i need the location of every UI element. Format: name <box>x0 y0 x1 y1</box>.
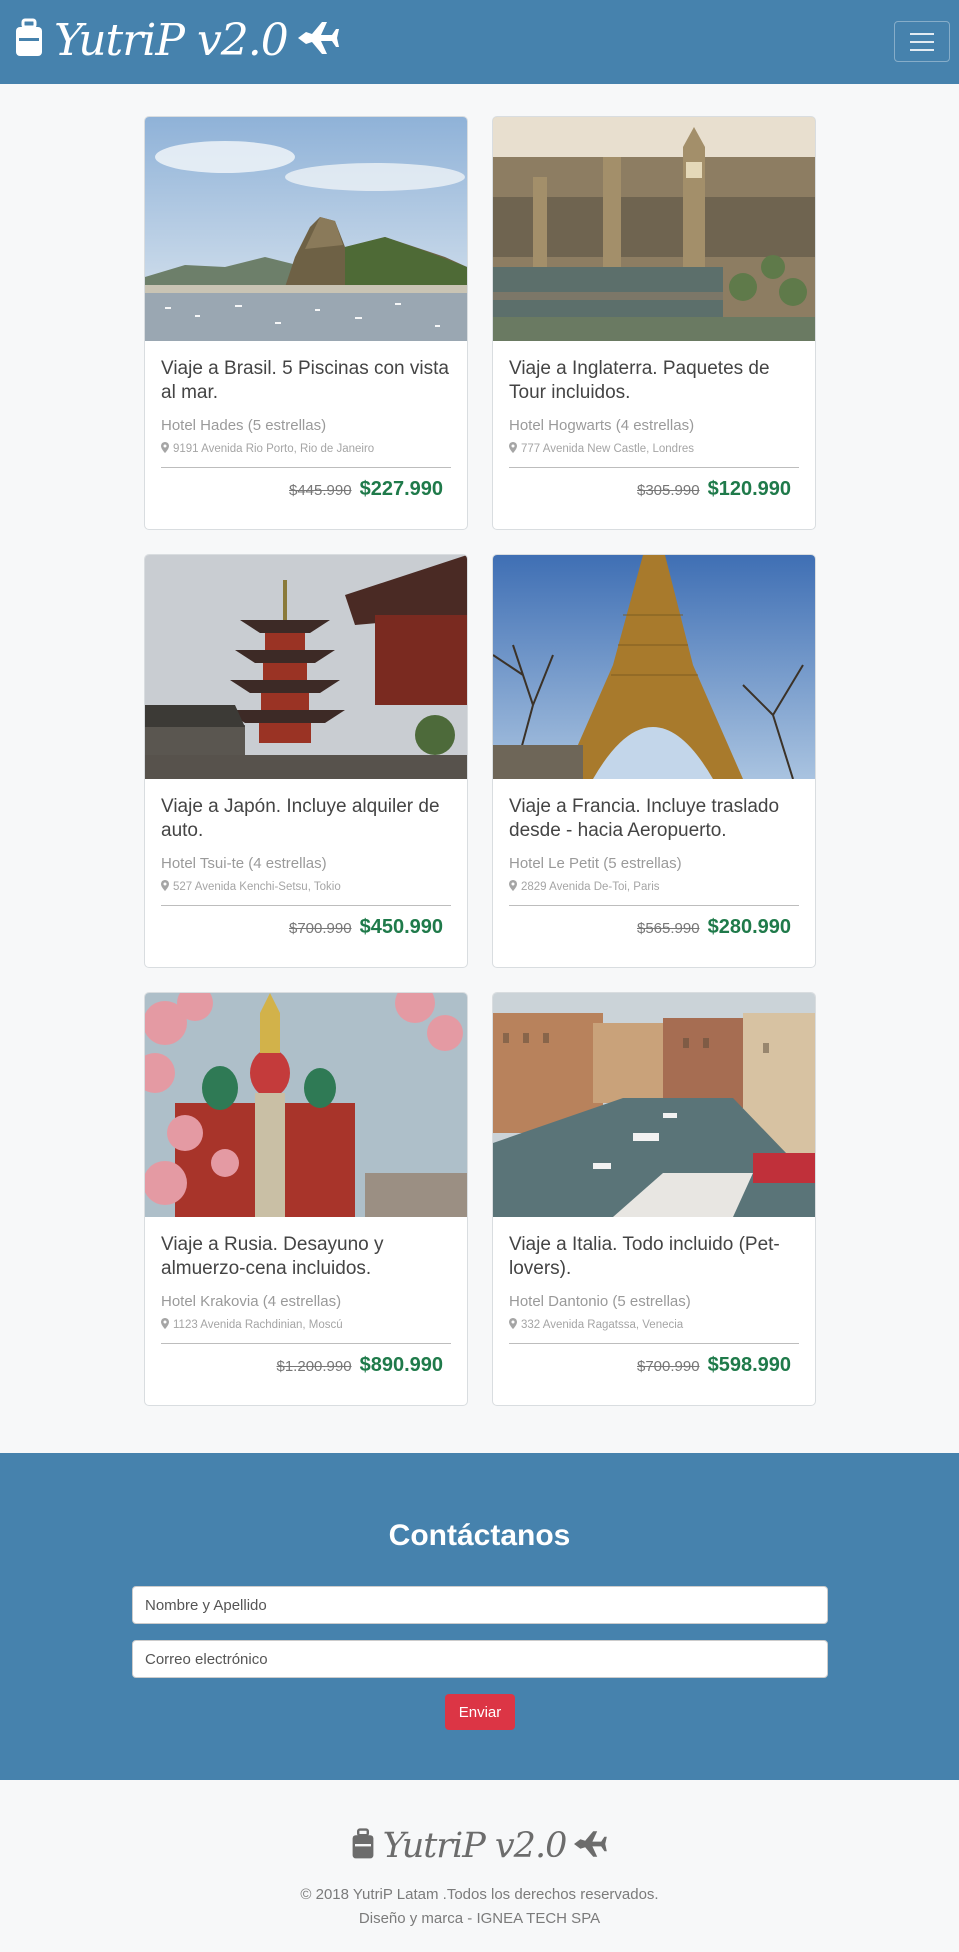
old-price: $565.990 <box>637 920 700 937</box>
address-text: 332 Avenida Ragatssa, Venecia <box>521 1319 684 1331</box>
map-marker-icon <box>509 442 517 456</box>
copyright-text: © 2018 YutriP Latam .Todos los derechos … <box>300 1886 659 1903</box>
suitcase-icon <box>14 18 44 63</box>
hotel-address: 1123 Avenida Rachdinian, Moscú <box>161 1317 451 1333</box>
contact-title: Contáctanos <box>388 1519 571 1552</box>
old-price: $305.990 <box>637 482 700 499</box>
trip-image-rusia <box>145 993 467 1217</box>
trip-card-brasil[interactable]: Viaje a Brasil. 5 Piscinas con vista al … <box>144 116 468 530</box>
trip-card-japon[interactable]: Viaje a Japón. Incluye alquiler de auto.… <box>144 554 468 968</box>
hotel-address: 2829 Avenida De-Toi, Paris <box>509 879 799 895</box>
price-row: $700.990 $450.990 <box>161 916 451 939</box>
divider <box>509 1343 799 1344</box>
map-marker-icon <box>509 880 517 894</box>
new-price: $280.990 <box>707 916 791 938</box>
hotel-name: Hotel Dantonio (5 estrellas) <box>509 1293 691 1310</box>
trip-image-inglaterra <box>493 117 815 341</box>
old-price: $700.990 <box>637 1358 700 1375</box>
navbar: YutriP v2.0 <box>0 0 959 84</box>
trip-image-brasil <box>145 117 467 341</box>
contact-section: Contáctanos Enviar <box>0 1453 959 1780</box>
new-price: $890.990 <box>359 1354 443 1376</box>
hotel-name: Hotel Tsui-te (4 estrellas) <box>161 855 327 872</box>
map-marker-icon <box>161 442 169 456</box>
address-text: 527 Avenida Kenchi-Setsu, Tokio <box>173 881 341 893</box>
airplane-icon <box>572 1828 608 1865</box>
price-row: $700.990 $598.990 <box>509 1354 799 1377</box>
trip-card-italia[interactable]: Viaje a Italia. Todo incluido (Pet-lover… <box>492 992 816 1406</box>
footer-brand-name: YutriP v2.0 <box>382 1826 568 1866</box>
old-price: $1.200.990 <box>276 1358 352 1375</box>
trip-card-francia[interactable]: Viaje a Francia. Incluye traslado desde … <box>492 554 816 968</box>
hotel-name: Hotel Krakovia (4 estrellas) <box>161 1293 342 1310</box>
brand-link[interactable]: YutriP v2.0 <box>14 8 340 72</box>
divider <box>509 467 799 468</box>
airplane-icon <box>296 18 340 63</box>
address-text: 2829 Avenida De-Toi, Paris <box>521 881 660 893</box>
divider <box>161 467 451 468</box>
trip-image-francia <box>493 555 815 779</box>
trip-title[interactable]: Viaje a Rusia. Desayuno y almuerzo-cena … <box>161 1233 451 1281</box>
hamburger-menu-icon[interactable] <box>894 21 950 62</box>
divider <box>161 905 451 906</box>
new-price: $227.990 <box>359 478 443 500</box>
price-row: $445.990 $227.990 <box>161 478 451 501</box>
submit-button[interactable]: Enviar <box>445 1694 515 1730</box>
new-price: $450.990 <box>359 916 443 938</box>
map-marker-icon <box>161 1318 169 1332</box>
trip-title[interactable]: Viaje a Italia. Todo incluido (Pet-lover… <box>509 1233 799 1281</box>
email-input[interactable] <box>132 1640 828 1678</box>
suitcase-icon <box>351 1827 375 1865</box>
divider <box>509 905 799 906</box>
price-row: $1.200.990 $890.990 <box>161 1354 451 1377</box>
trip-title[interactable]: Viaje a Japón. Incluye alquiler de auto. <box>161 795 451 843</box>
trip-image-italia <box>493 993 815 1217</box>
hotel-name: Hotel Le Petit (5 estrellas) <box>509 855 682 872</box>
trip-title[interactable]: Viaje a Francia. Incluye traslado desde … <box>509 795 799 843</box>
trip-card-inglaterra[interactable]: Viaje a Inglaterra. Paquetes de Tour inc… <box>492 116 816 530</box>
address-text: 777 Avenida New Castle, Londres <box>521 443 695 455</box>
hotel-address: 9191 Avenida Rio Porto, Rio de Janeiro <box>161 441 451 457</box>
footer: YutriP v2.0 © 2018 YutriP Latam .Todos l… <box>0 1780 959 1952</box>
price-row: $305.990 $120.990 <box>509 478 799 501</box>
hotel-address: 332 Avenida Ragatssa, Venecia <box>509 1317 799 1333</box>
credits-text: Diseño y marca - IGNEA TECH SPA <box>358 1910 601 1927</box>
hotel-name: Hotel Hogwarts (4 estrellas) <box>509 417 695 434</box>
trip-card-rusia[interactable]: Viaje a Rusia. Desayuno y almuerzo-cena … <box>144 992 468 1406</box>
trip-title[interactable]: Viaje a Inglaterra. Paquetes de Tour inc… <box>509 357 799 405</box>
brand-name: YutriP v2.0 <box>54 14 289 66</box>
new-price: $598.990 <box>707 1354 791 1376</box>
address-text: 9191 Avenida Rio Porto, Rio de Janeiro <box>173 443 375 455</box>
trip-image-japon <box>145 555 467 779</box>
map-marker-icon <box>161 880 169 894</box>
new-price: $120.990 <box>707 478 791 500</box>
old-price: $700.990 <box>289 920 352 937</box>
divider <box>161 1343 451 1344</box>
old-price: $445.990 <box>289 482 352 499</box>
price-row: $565.990 $280.990 <box>509 916 799 939</box>
hotel-name: Hotel Hades (5 estrellas) <box>161 417 327 434</box>
name-input[interactable] <box>132 1586 828 1624</box>
trip-title[interactable]: Viaje a Brasil. 5 Piscinas con vista al … <box>161 357 451 405</box>
hotel-address: 777 Avenida New Castle, Londres <box>509 441 799 457</box>
hotel-address: 527 Avenida Kenchi-Setsu, Tokio <box>161 879 451 895</box>
map-marker-icon <box>509 1318 517 1332</box>
address-text: 1123 Avenida Rachdinian, Moscú <box>173 1319 343 1331</box>
footer-brand: YutriP v2.0 <box>0 1826 959 1866</box>
